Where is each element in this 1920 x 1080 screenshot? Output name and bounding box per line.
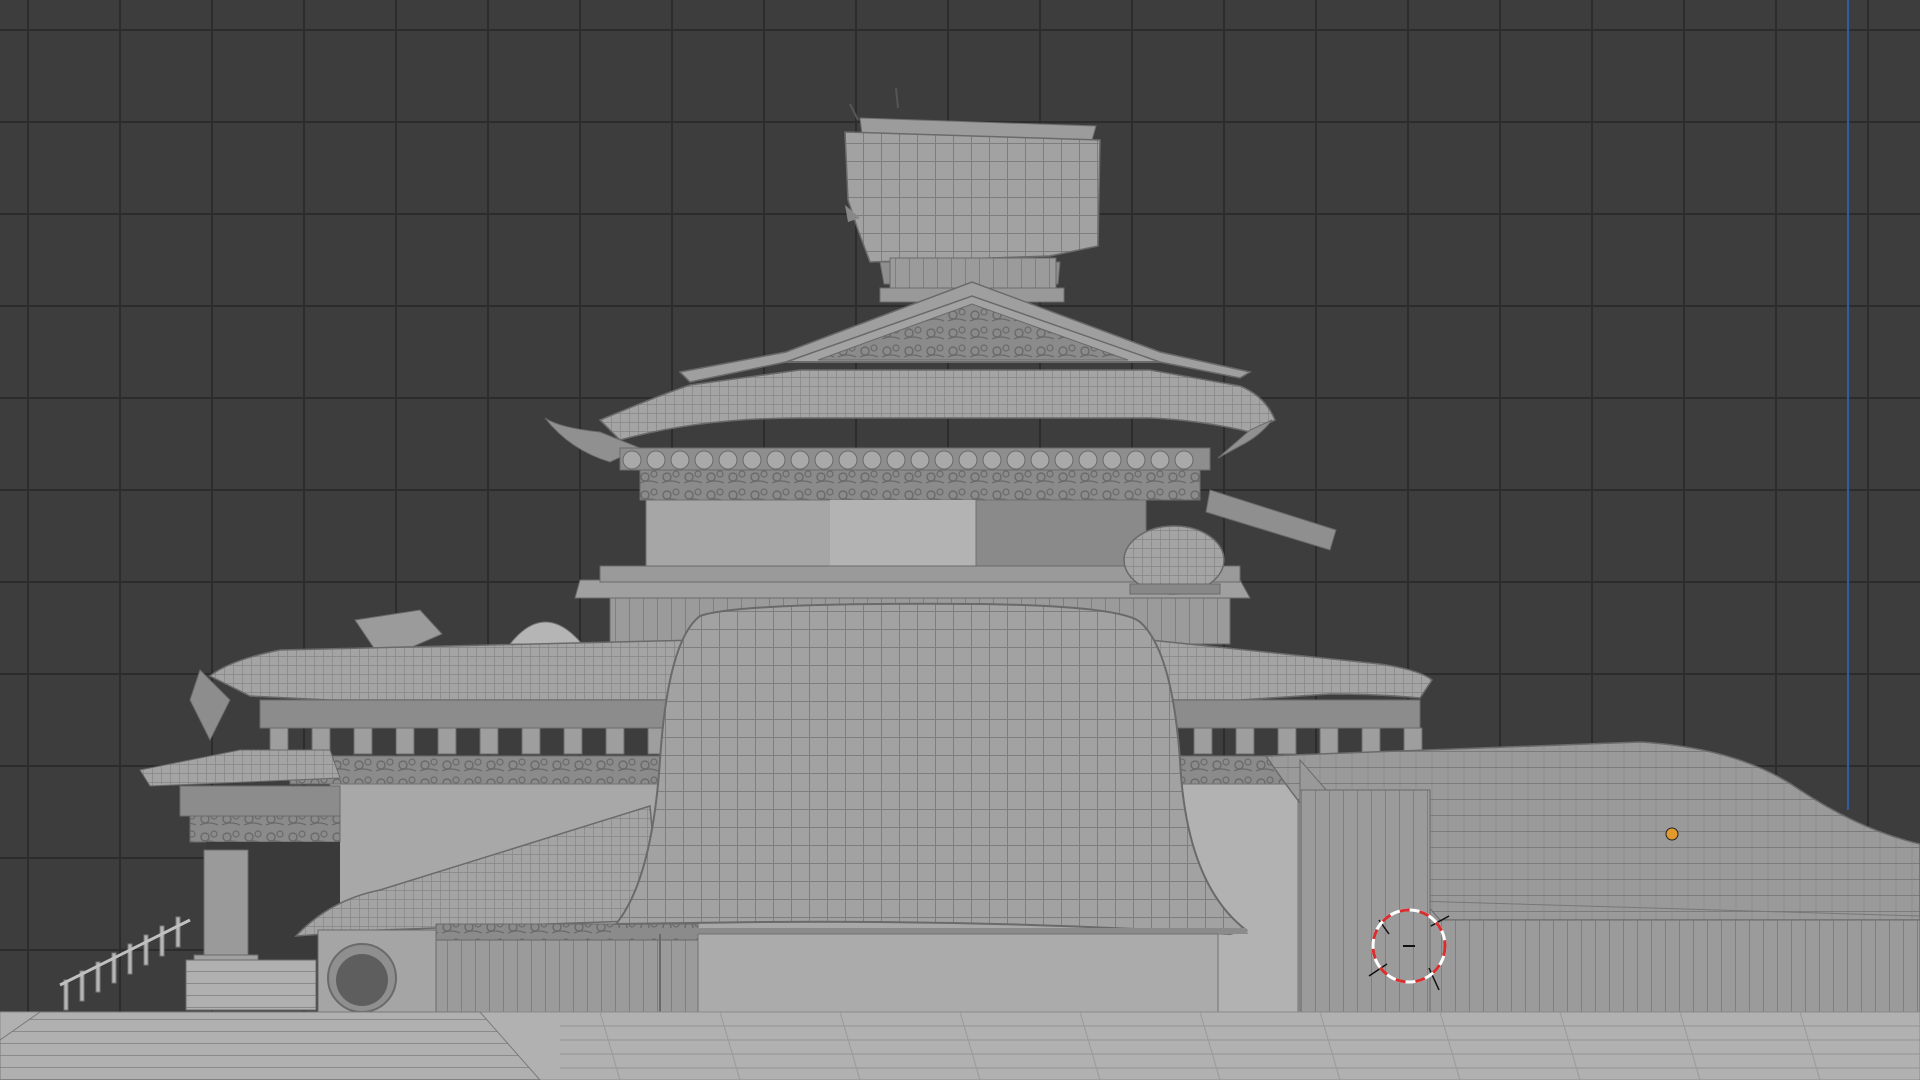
viewport-canvas[interactable] — [0, 0, 1920, 1080]
bracket-block — [1174, 450, 1194, 470]
bracket-block — [982, 450, 1002, 470]
bracket-block — [838, 450, 858, 470]
front-arch-roof — [610, 602, 1249, 1015]
bracket-block — [437, 727, 457, 755]
bracket-block — [1030, 450, 1050, 470]
bracket-block — [1102, 450, 1122, 470]
bracket-block — [1126, 450, 1146, 470]
bracket-block — [1319, 727, 1339, 755]
right-wing — [1264, 741, 1920, 1021]
bracket-block — [646, 450, 666, 470]
bracket-block — [521, 727, 541, 755]
bracket-block — [742, 450, 762, 470]
bracket-block — [1006, 450, 1026, 470]
bracket-block — [1054, 450, 1074, 470]
3d-viewport[interactable] — [0, 0, 1920, 1080]
railing-post — [175, 916, 181, 948]
railing-post — [159, 925, 165, 957]
left-railing — [59, 916, 191, 1011]
bracket-block — [958, 450, 978, 470]
bracket-block — [1193, 727, 1213, 755]
bracket-block — [862, 450, 882, 470]
object-origin-dot-icon[interactable] — [1665, 827, 1679, 841]
bracket-block — [766, 450, 786, 470]
left-pavilion — [59, 749, 341, 1011]
bracket-block — [1150, 450, 1170, 470]
bracket-block — [814, 450, 834, 470]
bracket-block — [479, 727, 499, 755]
bracket-block — [790, 450, 810, 470]
bracket-block — [1277, 727, 1297, 755]
bracket-block — [1361, 727, 1381, 755]
bracket-block — [886, 450, 906, 470]
bracket-block — [910, 450, 930, 470]
bracket-block — [622, 450, 642, 470]
temple-model[interactable] — [0, 87, 1920, 1080]
bracket-block — [395, 727, 415, 755]
bracket-block — [934, 450, 954, 470]
railing-post — [63, 979, 69, 1011]
railing-rail — [59, 918, 191, 987]
bracket-block — [563, 727, 583, 755]
bracket-block — [694, 450, 714, 470]
bracket-block — [353, 727, 373, 755]
bracket-block — [1078, 450, 1098, 470]
bracket-block — [718, 450, 738, 470]
bracket-block — [1235, 727, 1255, 755]
roof-cap — [844, 87, 1101, 289]
railing-post — [143, 934, 149, 966]
bracket-block — [605, 727, 625, 755]
bracket-block — [670, 450, 690, 470]
ground-platform — [0, 1011, 1920, 1080]
